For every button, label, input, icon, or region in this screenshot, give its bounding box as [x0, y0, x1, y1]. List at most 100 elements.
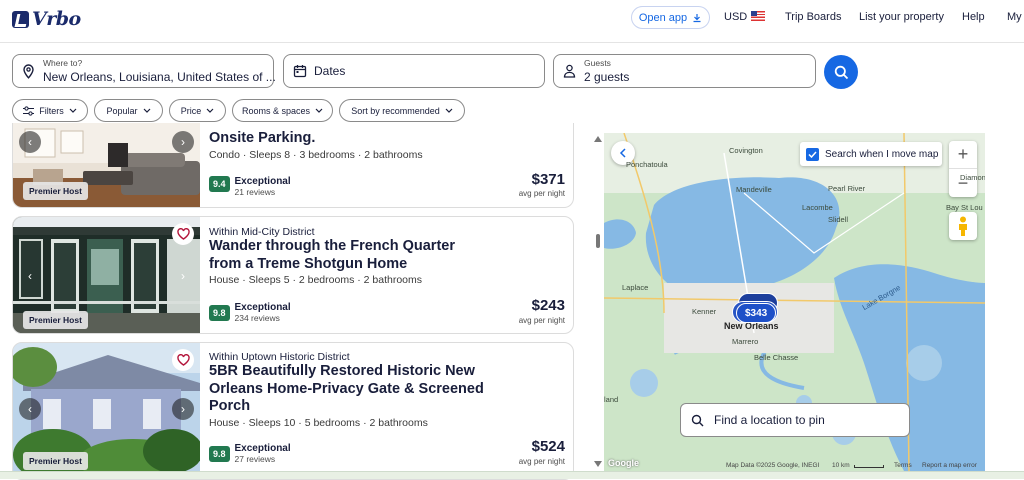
vrbo-logo[interactable]: Vrbo [12, 8, 81, 30]
calendar-icon [293, 65, 307, 78]
sort-dropdown[interactable]: Sort by recommended [339, 99, 465, 122]
rooms-spaces-filter[interactable]: Rooms & spaces [232, 99, 333, 122]
map-label: Lacombe [802, 203, 833, 212]
rating-score: 9.4 [209, 176, 230, 192]
map-label: Covington [729, 146, 763, 155]
listing-meta: Condo · Sleeps 8 · 3 bedrooms · 2 bathro… [209, 149, 423, 161]
premier-host-badge: Premier Host [23, 452, 88, 470]
checkbox-icon[interactable] [806, 147, 819, 161]
open-app-button[interactable]: Open app [631, 6, 710, 29]
listing-title-line: 5BR Beautifully Restored Historic New [209, 363, 475, 379]
listing-price: $371 [531, 171, 565, 188]
destination-value: New Orleans, Louisiana, United States of… [43, 70, 276, 84]
listing-card[interactable]: ‹ › Premier Host Onsite Parking. Condo ·… [12, 123, 574, 208]
favorite-button[interactable] [172, 223, 194, 245]
listing-price: $243 [531, 297, 565, 314]
rating-block: 9.8 Exceptional 27 reviews [209, 443, 291, 464]
price-period: avg per night [518, 316, 565, 325]
search-icon [691, 414, 704, 426]
site-header: Vrbo Open app USD Trip Boards List your … [0, 0, 1024, 43]
map-label: Diamondhead [960, 173, 985, 182]
open-app-label: Open app [638, 11, 688, 24]
listing-photo[interactable]: ‹ › Premier Host [13, 343, 200, 479]
price-pin-cluster[interactable]: $343 [730, 293, 784, 329]
listing-district: Within Mid-City District [209, 226, 315, 238]
previous-photo-button[interactable]: ‹ [19, 131, 41, 153]
listing-meta: House · Sleeps 10 · 5 bedrooms · 2 bathr… [209, 417, 428, 429]
chevron-right-icon: › [181, 269, 185, 283]
trip-boards-link[interactable]: Trip Boards [785, 11, 841, 23]
popular-filter[interactable]: Popular [94, 99, 163, 122]
listing-details: Onsite Parking. Condo · Sleeps 8 · 3 bed… [209, 123, 573, 207]
download-icon [693, 13, 701, 22]
review-count: 234 reviews [234, 313, 280, 323]
chevron-left-icon [619, 148, 626, 158]
plus-icon: + [957, 144, 969, 164]
person-icon [563, 64, 576, 78]
previous-photo-button[interactable]: ‹ [19, 398, 41, 420]
list-property-link[interactable]: List your property [859, 11, 944, 23]
listing-title-line: Orleans Home-Privacy Gate & Screened [209, 380, 484, 397]
listing-card[interactable]: ‹ › Premier Host Within Mid-City Distric… [12, 216, 574, 334]
listing-meta: House · Sleeps 5 · 2 bedrooms · 2 bathro… [209, 274, 423, 286]
next-photo-button[interactable]: › [172, 398, 194, 420]
rating-block: 9.4 Exceptional 21 reviews [209, 176, 291, 197]
currency-label: USD [724, 11, 748, 23]
price-filter[interactable]: Price [169, 99, 226, 122]
zoom-in-button[interactable]: + [949, 141, 977, 169]
chevron-left-icon: ‹ [28, 402, 32, 416]
chevron-down-icon [69, 108, 77, 113]
us-flag-icon [751, 11, 766, 21]
chevron-right-icon: › [181, 135, 185, 149]
guests-field[interactable]: Guests 2 guests [553, 54, 816, 88]
map-label: Pearl River [828, 184, 866, 193]
scale-bar [854, 465, 884, 468]
review-count: 21 reviews [234, 187, 276, 197]
map-terms-link[interactable]: Terms [894, 462, 912, 469]
rating-label: Exceptional [234, 176, 291, 187]
search-button[interactable] [824, 55, 858, 89]
currency-selector[interactable]: USD [724, 11, 766, 23]
premier-host-badge: Premier Host [23, 311, 88, 329]
report-map-error-link[interactable]: Report a map error [922, 462, 977, 469]
popular-label: Popular [106, 105, 138, 116]
find-location-input[interactable]: Find a location to pin [680, 403, 910, 437]
listing-photo[interactable]: ‹ › Premier Host [13, 123, 200, 207]
favorite-button[interactable] [172, 349, 194, 371]
price-pin[interactable]: $343 [736, 303, 777, 323]
listing-card[interactable]: ‹ › Premier Host Within Uptown Historic … [12, 342, 574, 480]
next-photo-button[interactable]: › [172, 131, 194, 153]
dates-field[interactable]: Dates [283, 54, 545, 88]
next-photo-button[interactable]: › [172, 265, 194, 287]
guests-value: 2 guests [584, 70, 630, 84]
price-period: avg per night [518, 189, 565, 198]
find-location-placeholder: Find a location to pin [714, 413, 825, 427]
sliders-icon [23, 105, 35, 116]
filters-button[interactable]: Filters [12, 99, 88, 122]
map-label: land [604, 395, 619, 404]
map-panel[interactable]: Search when I move map + − Ponchatoula C… [604, 133, 985, 471]
map-label: Ponchatoula [626, 160, 668, 169]
listings-scrollbar[interactable] [594, 133, 602, 471]
chevron-down-icon [143, 108, 150, 113]
rating-score: 9.8 [209, 446, 230, 462]
sort-label: Sort by recommended [351, 105, 440, 116]
heart-icon [176, 228, 190, 240]
price-label: Price [180, 105, 202, 116]
heart-icon [176, 354, 190, 366]
listing-price: $524 [531, 438, 565, 455]
map-label: Mandeville [736, 185, 772, 194]
listing-photo[interactable]: ‹ › Premier Host [13, 217, 200, 333]
account-menu[interactable]: My [1007, 11, 1022, 23]
street-view-pegman[interactable] [949, 212, 977, 240]
destination-field[interactable]: Where to? New Orleans, Louisiana, United… [12, 54, 276, 88]
chevron-left-icon: ‹ [28, 269, 32, 283]
search-when-move-toggle[interactable]: Search when I move map [800, 142, 942, 166]
map-label: Belle Chasse [754, 353, 799, 362]
listing-title-line: from a Treme Shotgun Home [209, 255, 408, 272]
dates-value: Dates [314, 64, 346, 78]
map-label: Bay St Lou [946, 203, 983, 212]
chevron-down-icon [445, 108, 453, 113]
help-link[interactable]: Help [962, 11, 985, 23]
previous-photo-button[interactable]: ‹ [19, 265, 41, 287]
